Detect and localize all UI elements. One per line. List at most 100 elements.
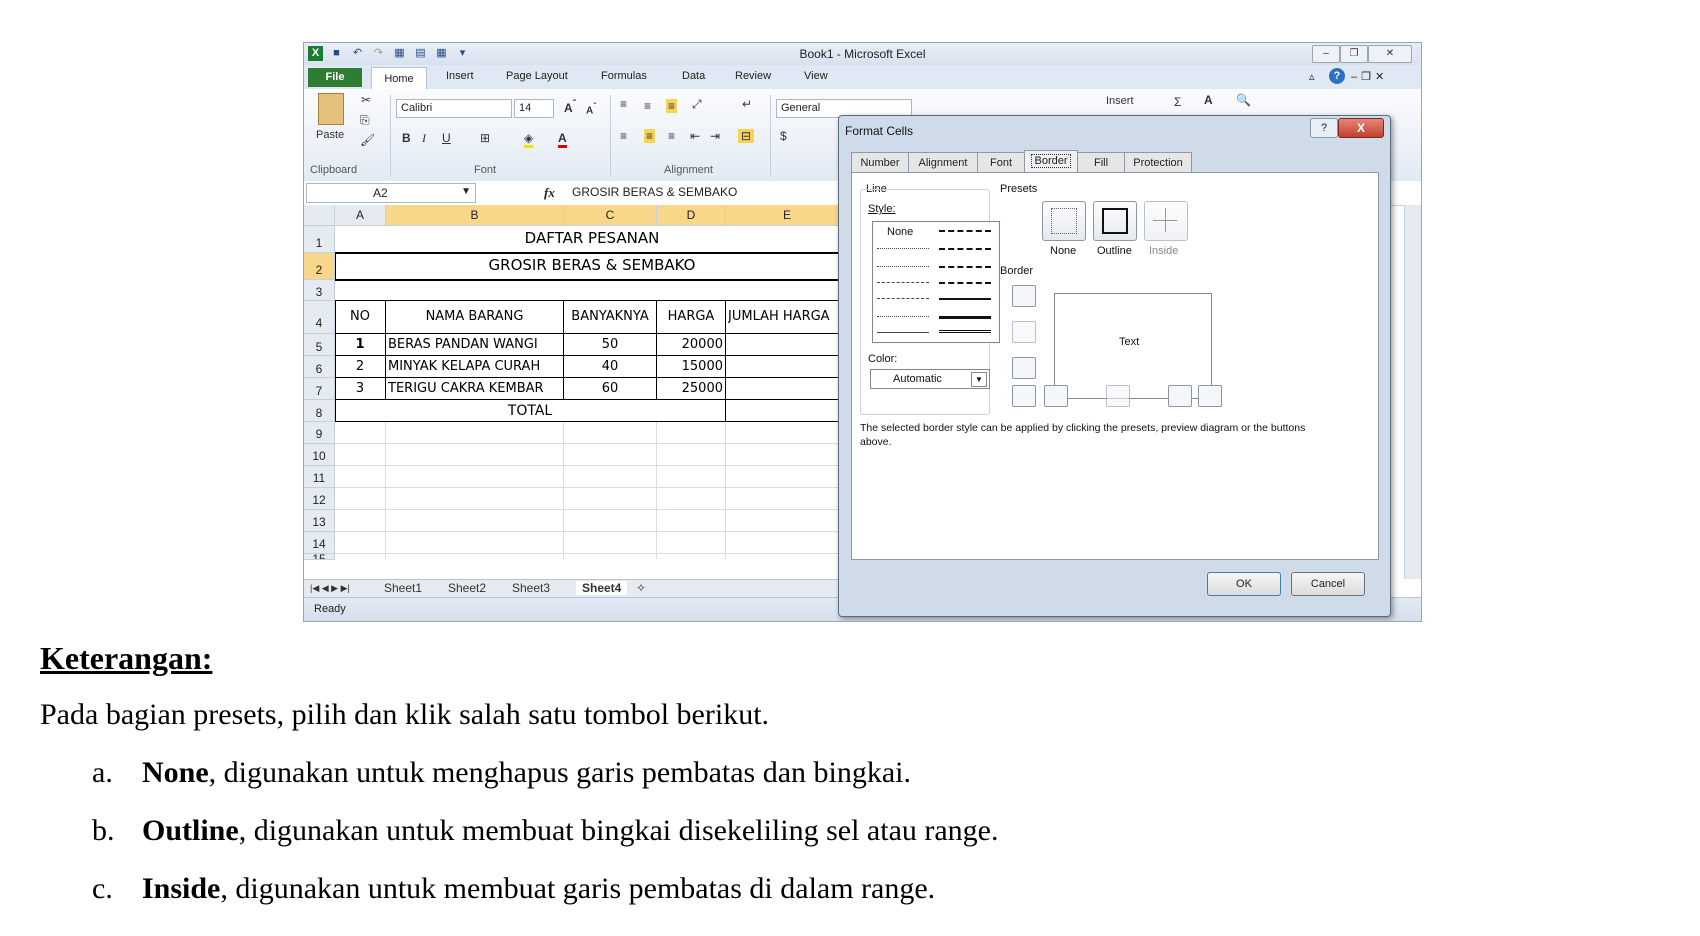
row-header[interactable]: 15 bbox=[304, 554, 335, 560]
sort-filter-icon[interactable]: A bbox=[1204, 93, 1213, 107]
preset-outline-button[interactable] bbox=[1093, 201, 1137, 241]
header-harga[interactable]: HARGA bbox=[657, 309, 725, 324]
row-header[interactable]: 3 bbox=[304, 280, 335, 301]
vertical-scrollbar[interactable] bbox=[1404, 205, 1421, 579]
dialog-help-button[interactable]: ? bbox=[1310, 118, 1338, 138]
preset-none-button[interactable] bbox=[1042, 201, 1086, 241]
select-all[interactable] bbox=[304, 205, 335, 226]
cell-price[interactable]: 15000 bbox=[657, 359, 723, 374]
row-header[interactable]: 10 bbox=[304, 444, 335, 466]
row-header[interactable]: 8 bbox=[304, 400, 335, 422]
formula-input[interactable]: GROSIR BERAS & SEMBAKO bbox=[572, 185, 737, 199]
tab-font[interactable]: Font bbox=[977, 152, 1025, 173]
tab-protection[interactable]: Protection bbox=[1124, 152, 1192, 173]
cell-price[interactable]: 20000 bbox=[657, 337, 723, 352]
tab-review[interactable]: Review bbox=[735, 70, 771, 82]
border-left-button[interactable] bbox=[1044, 385, 1068, 407]
border-middle-button[interactable] bbox=[1012, 321, 1036, 343]
row-header[interactable]: 6 bbox=[304, 356, 335, 378]
name-box[interactable]: A2 ▼ bbox=[306, 183, 476, 203]
bold-icon[interactable]: B bbox=[402, 131, 411, 145]
cell-no[interactable]: 3 bbox=[335, 381, 385, 396]
ribbon-window-controls[interactable]: ▵ bbox=[1309, 70, 1315, 83]
line-style-list[interactable]: None bbox=[872, 221, 1000, 343]
header-jumlah-harga[interactable]: JUMLAH HARGA bbox=[728, 309, 849, 324]
align-top-icon[interactable]: ≡ bbox=[620, 97, 627, 111]
paste-icon[interactable] bbox=[318, 93, 344, 125]
tab-data[interactable]: Data bbox=[682, 70, 705, 82]
row-header[interactable]: 12 bbox=[304, 488, 335, 510]
tab-fill[interactable]: Fill bbox=[1077, 152, 1125, 173]
cell-qty[interactable]: 50 bbox=[564, 337, 656, 352]
dialog-close-button[interactable]: X bbox=[1338, 118, 1384, 138]
cell-qty[interactable]: 40 bbox=[564, 359, 656, 374]
autosum-icon[interactable]: Σ bbox=[1174, 95, 1181, 109]
subtitle-cell[interactable]: GROSIR BERAS & SEMBAKO bbox=[335, 256, 849, 274]
border-center-button[interactable] bbox=[1106, 385, 1130, 407]
sheet-nav-icon[interactable]: |◀ ◀ ▶ ▶| bbox=[310, 583, 350, 594]
col-header-c[interactable]: C bbox=[564, 205, 657, 226]
underline-icon[interactable]: U bbox=[442, 131, 451, 145]
header-nama-barang[interactable]: NAMA BARANG bbox=[386, 309, 563, 324]
col-header-b[interactable]: B bbox=[386, 205, 564, 226]
align-middle-icon[interactable]: ≡ bbox=[644, 99, 651, 113]
paste-button[interactable]: Paste bbox=[316, 129, 344, 141]
shrink-font-icon[interactable]: Aˇ bbox=[586, 101, 596, 116]
tab-page-layout[interactable]: Page Layout bbox=[506, 70, 568, 82]
minimize-button[interactable]: – bbox=[1312, 45, 1340, 63]
decrease-indent-icon[interactable]: ⇤ bbox=[690, 129, 700, 143]
col-header-a[interactable]: A bbox=[335, 205, 386, 226]
cell-no[interactable]: 1 bbox=[335, 337, 385, 352]
header-no[interactable]: NO bbox=[335, 309, 385, 324]
row-header[interactable]: 13 bbox=[304, 510, 335, 532]
font-color-icon[interactable]: A bbox=[558, 131, 567, 148]
align-center-icon[interactable]: ≡ bbox=[644, 129, 656, 143]
row-header[interactable]: 1 bbox=[304, 226, 335, 253]
border-diagonal-up-button[interactable] bbox=[1012, 385, 1036, 407]
row-header[interactable]: 9 bbox=[304, 422, 335, 444]
chevron-down-icon[interactable]: ▼ bbox=[461, 186, 471, 197]
cancel-button[interactable]: Cancel bbox=[1291, 572, 1365, 596]
borders-icon[interactable]: ⊞ bbox=[480, 131, 490, 145]
tab-formulas[interactable]: Formulas bbox=[601, 70, 647, 82]
grow-font-icon[interactable]: Aˆ bbox=[564, 99, 576, 115]
border-top-button[interactable] bbox=[1012, 285, 1036, 307]
col-header-e[interactable]: E bbox=[726, 205, 849, 226]
header-banyaknya[interactable]: BANYAKNYA bbox=[564, 309, 656, 324]
format-painter-icon[interactable]: 🖌 bbox=[360, 133, 375, 147]
row-header[interactable]: 7 bbox=[304, 378, 335, 400]
title-cell[interactable]: DAFTAR PESANAN bbox=[335, 229, 849, 247]
sheet-tab[interactable]: Sheet3 bbox=[512, 581, 550, 595]
insert-cells-button[interactable]: Insert bbox=[1106, 95, 1134, 107]
tab-insert[interactable]: Insert bbox=[446, 70, 474, 82]
worksheet-grid[interactable]: A B C D E 1 2 3 4 5 6 7 8 9 10 11 12 13 … bbox=[304, 205, 849, 560]
cell-price[interactable]: 25000 bbox=[657, 381, 723, 396]
sheet-tab[interactable]: Sheet1 bbox=[384, 581, 422, 595]
tab-alignment[interactable]: Alignment bbox=[908, 152, 978, 173]
sheet-tab[interactable]: Sheet2 bbox=[448, 581, 486, 595]
help-icon[interactable]: ? bbox=[1329, 68, 1345, 84]
align-bottom-icon[interactable]: ≡ bbox=[666, 99, 678, 113]
line-style-none[interactable]: None bbox=[887, 226, 913, 238]
font-size-box[interactable]: 14 bbox=[514, 99, 554, 118]
workbook-controls[interactable]: –❐✕ bbox=[1351, 70, 1388, 83]
preset-inside-button[interactable] bbox=[1144, 201, 1188, 241]
border-right-button[interactable] bbox=[1168, 385, 1192, 407]
wrap-text-icon[interactable]: ↵ bbox=[742, 97, 752, 111]
increase-indent-icon[interactable]: ⇥ bbox=[710, 129, 720, 143]
row-header[interactable]: 11 bbox=[304, 466, 335, 488]
accounting-icon[interactable]: $ bbox=[780, 129, 787, 143]
total-cell[interactable]: TOTAL bbox=[335, 403, 725, 419]
chevron-down-icon[interactable]: ▼ bbox=[971, 372, 987, 387]
cell-name[interactable]: BERAS PANDAN WANGI bbox=[388, 337, 563, 352]
italic-icon[interactable]: I bbox=[422, 131, 426, 146]
cell-name[interactable]: TERIGU CAKRA KEMBAR bbox=[388, 381, 563, 396]
copy-icon[interactable]: ⎘ bbox=[360, 113, 370, 128]
tab-border[interactable]: Border bbox=[1024, 150, 1078, 173]
ok-button[interactable]: OK bbox=[1207, 572, 1281, 596]
border-diagonal-down-button[interactable] bbox=[1198, 385, 1222, 407]
sheet-tab-active[interactable]: Sheet4 bbox=[576, 581, 628, 595]
orientation-icon[interactable]: ⤢ bbox=[692, 97, 702, 112]
close-window-button[interactable]: ✕ bbox=[1368, 45, 1412, 63]
row-header[interactable]: 4 bbox=[304, 301, 335, 334]
